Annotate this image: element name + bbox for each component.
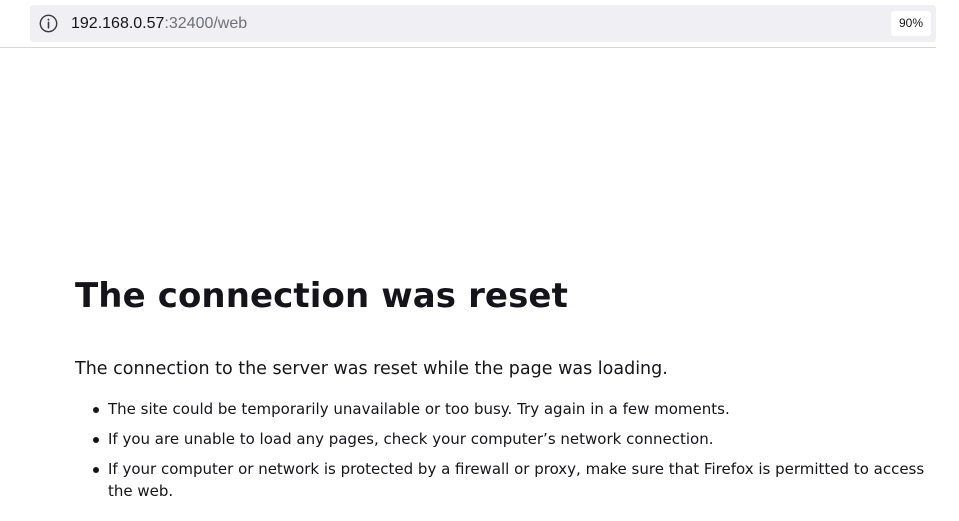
error-page: The connection was reset The connection … bbox=[75, 270, 935, 500]
list-item: If your computer or network is protected… bbox=[75, 458, 935, 502]
address-bar[interactable]: 192.168.0.57:32400/web 90% bbox=[30, 5, 936, 42]
browser-toolbar: 192.168.0.57:32400/web 90% bbox=[0, 0, 936, 48]
error-description: The connection to the server was reset w… bbox=[75, 359, 668, 379]
info-circle-icon[interactable] bbox=[39, 14, 58, 33]
suggestion-text: If you are unable to load any pages, che… bbox=[108, 430, 714, 448]
url-path: :32400/web bbox=[164, 15, 248, 32]
list-item: If you are unable to load any pages, che… bbox=[75, 428, 935, 450]
url-text[interactable]: 192.168.0.57:32400/web bbox=[71, 14, 247, 34]
bullet-icon bbox=[93, 407, 99, 413]
bullet-icon bbox=[93, 437, 99, 443]
error-title: The connection was reset bbox=[75, 276, 568, 316]
suggestions-list: The site could be temporarily unavailabl… bbox=[75, 398, 935, 510]
url-host: 192.168.0.57 bbox=[71, 15, 165, 32]
window-edge bbox=[936, 0, 959, 521]
list-item: The site could be temporarily unavailabl… bbox=[75, 398, 935, 420]
suggestion-text: The site could be temporarily unavailabl… bbox=[108, 400, 730, 418]
zoom-level-button[interactable]: 90% bbox=[891, 11, 931, 36]
suggestion-text: If your computer or network is protected… bbox=[108, 460, 925, 500]
bullet-icon bbox=[93, 467, 99, 473]
